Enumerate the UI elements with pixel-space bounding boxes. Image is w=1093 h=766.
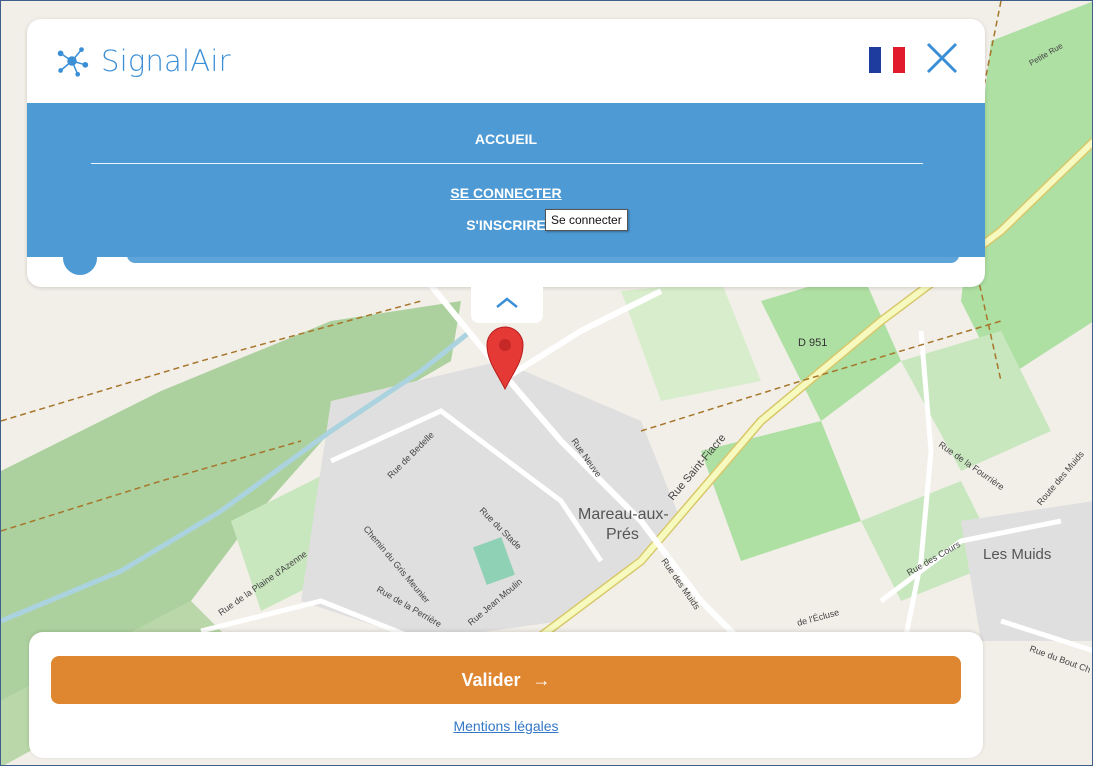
app-logo[interactable]: SignalAir <box>53 41 231 81</box>
validate-button[interactable]: Valider → <box>51 656 961 704</box>
map-label-mareau-1: Mareau-aux- <box>578 506 669 523</box>
signalair-logo-icon <box>57 47 89 77</box>
map-label-road-d951: D 951 <box>798 337 827 349</box>
menu-divider <box>91 163 923 164</box>
language-flag-icon[interactable] <box>869 47 905 73</box>
nav-menu: ACCUEIL SE CONNECTER S'INSCRIRE Se conne… <box>27 103 985 257</box>
validate-label: Valider <box>461 669 521 690</box>
menu-signup-link[interactable]: S'INSCRIRE <box>27 217 985 233</box>
map-label-mareau-2: Prés <box>606 526 639 543</box>
top-panel: SignalAir ACCUEIL SE CONNECTER S'INSCRIR… <box>27 19 985 287</box>
arrow-right-icon: → <box>532 669 551 690</box>
menu-home-link[interactable]: ACCUEIL <box>27 131 985 147</box>
bottom-panel: Valider → Mentions légales <box>29 632 983 758</box>
chevron-up-icon <box>496 297 518 308</box>
menu-login-link[interactable]: SE CONNECTER <box>27 185 985 201</box>
legal-notice-link[interactable]: Mentions légales <box>29 718 983 734</box>
app-window: D 951 Mareau-aux- Prés Les Muids Rue Sai… <box>0 0 1093 766</box>
close-icon[interactable] <box>925 41 959 75</box>
residential-area <box>961 501 1092 641</box>
app-name: SignalAir <box>101 44 231 78</box>
map-label-les-muids: Les Muids <box>983 546 1051 563</box>
login-tooltip: Se connecter <box>545 209 628 231</box>
collapse-tab[interactable] <box>471 287 543 323</box>
